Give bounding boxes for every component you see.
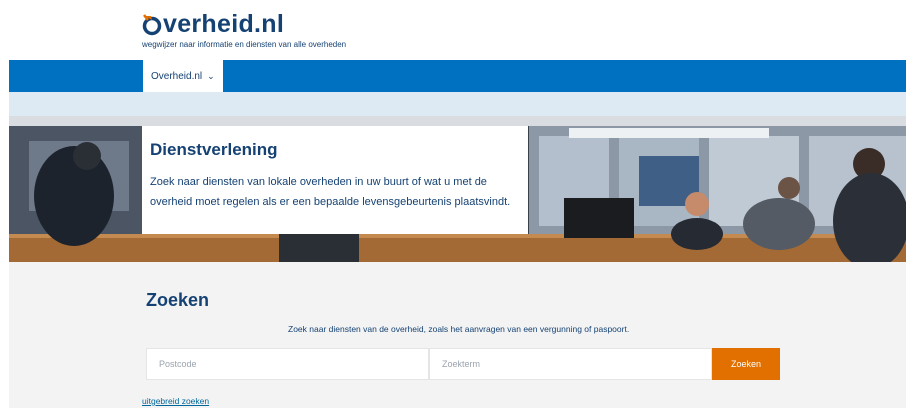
site-logo[interactable]: verheid.nl — [142, 8, 284, 38]
search-hint: Zoek naar diensten van de overheid, zoal… — [288, 324, 630, 334]
logo-o-icon — [142, 10, 162, 38]
search-button[interactable]: Zoeken — [712, 348, 780, 380]
nav-substrip — [9, 92, 906, 116]
advanced-search-link[interactable]: uitgebreid zoeken — [142, 396, 209, 406]
search-term-input[interactable]: Zoekterm — [429, 348, 712, 380]
nav-item-overheid[interactable]: Overheid.nl ⌄ — [143, 60, 223, 92]
page-title: Dienstverlening — [150, 140, 278, 159]
chevron-down-icon: ⌄ — [207, 70, 215, 81]
hero-card: Dienstverlening Zoek naar diensten van l… — [142, 126, 528, 234]
logo-wordmark: verheid.nl — [163, 10, 285, 38]
postcode-input[interactable]: Postcode — [146, 348, 429, 380]
page-intro: Zoek naar diensten van lokale overheden … — [150, 176, 511, 208]
search-section — [9, 262, 906, 408]
main-navigation: Overheid.nl ⌄ — [9, 60, 906, 92]
site-header: verheid.nl wegwijzer naar informatie en … — [0, 0, 906, 60]
search-title: Zoeken — [146, 290, 210, 310]
nav-item-label: Overheid.nl — [151, 70, 203, 82]
site-tagline: wegwijzer naar informatie en diensten va… — [142, 40, 347, 49]
